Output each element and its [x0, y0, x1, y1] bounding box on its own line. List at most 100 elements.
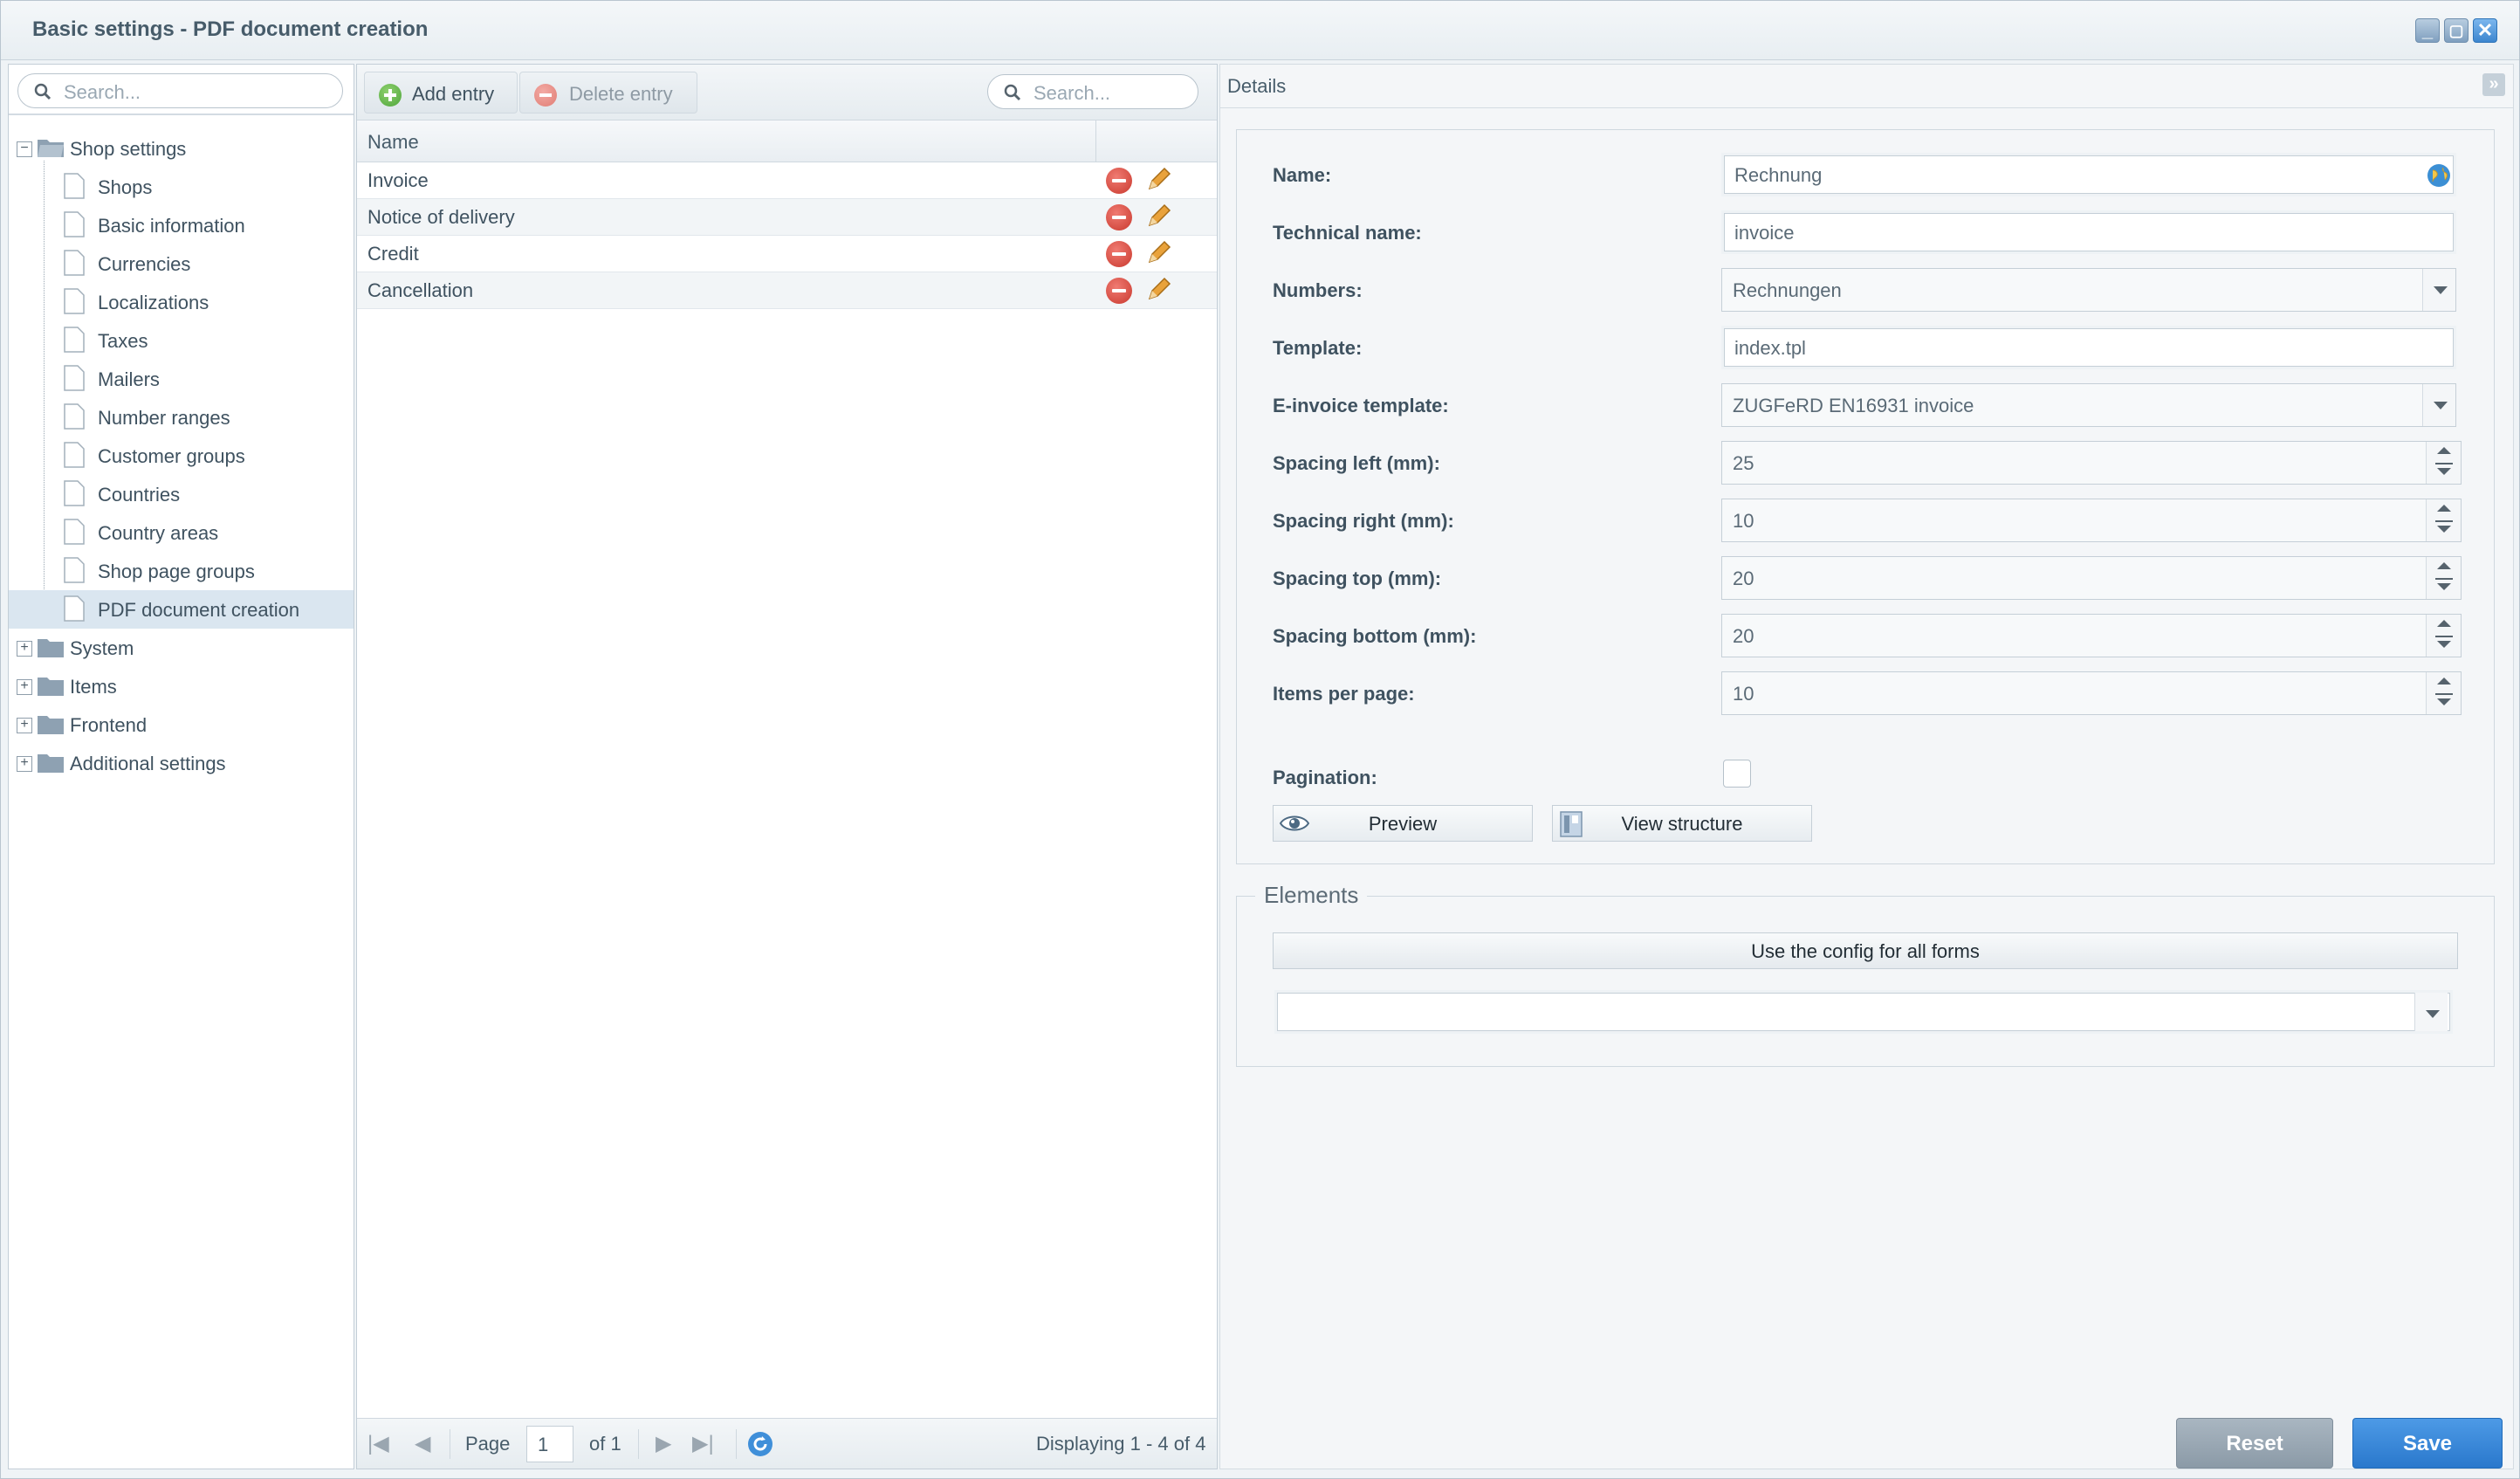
- tree-item-basic-information[interactable]: Basic information: [9, 206, 354, 244]
- add-entry-button[interactable]: Add entry: [364, 72, 518, 114]
- last-page-icon[interactable]: ▶|: [692, 1431, 714, 1456]
- next-page-icon[interactable]: ▶: [656, 1431, 671, 1456]
- edit-pencil-icon[interactable]: [1143, 166, 1172, 196]
- chevron-down-icon[interactable]: [2422, 384, 2455, 426]
- pagination-label: Pagination:: [1273, 767, 1377, 788]
- tree-node-shop-settings[interactable]: − Shop settings: [9, 129, 354, 168]
- collapse-icon[interactable]: −: [17, 141, 32, 157]
- delete-row-icon[interactable]: [1106, 168, 1132, 194]
- document-icon: [64, 211, 85, 237]
- expand-icon[interactable]: +: [17, 756, 32, 772]
- e-invoice-template-select[interactable]: ZUGFeRD EN16931 invoice: [1721, 383, 2456, 427]
- spinner-icon[interactable]: [2426, 615, 2461, 657]
- grid-search-input[interactable]: Search...: [987, 74, 1198, 109]
- delete-row-icon[interactable]: [1106, 278, 1132, 304]
- chevron-down-icon[interactable]: [2414, 993, 2448, 1031]
- edit-pencil-icon[interactable]: [1143, 203, 1172, 232]
- tree-node-items[interactable]: + Items: [9, 667, 354, 705]
- app-window: Basic settings - PDF document creation _…: [0, 0, 2520, 1479]
- tree-item-shop-page-groups[interactable]: Shop page groups: [9, 552, 354, 590]
- tree-item-mailers[interactable]: Mailers: [9, 360, 354, 398]
- page-number-value: 1: [538, 1434, 549, 1455]
- spacing-left-value: 25: [1733, 452, 1754, 474]
- spacing-right-field[interactable]: 10: [1721, 499, 2462, 542]
- spacing-bottom-field[interactable]: 20: [1721, 614, 2462, 657]
- tree-item-label: Currencies: [98, 253, 191, 275]
- pager-separator: [638, 1429, 639, 1459]
- tree-item-country-areas[interactable]: Country areas: [9, 513, 354, 552]
- delete-row-icon[interactable]: [1106, 204, 1132, 230]
- tree-item-label: Taxes: [98, 330, 148, 352]
- spinner-icon[interactable]: [2426, 557, 2461, 599]
- column-header-name[interactable]: Name: [367, 131, 419, 154]
- chevron-down-icon[interactable]: [2422, 269, 2455, 311]
- save-button[interactable]: Save: [2352, 1418, 2503, 1469]
- close-icon: ✕: [2476, 19, 2494, 41]
- spinner-icon[interactable]: [2426, 442, 2461, 484]
- tree-search-input[interactable]: Search...: [17, 73, 343, 108]
- template-field[interactable]: index.tpl: [1721, 326, 2456, 369]
- folder-open-icon: [38, 140, 64, 157]
- view-structure-button[interactable]: View structure: [1552, 805, 1812, 842]
- tree-item-number-ranges[interactable]: Number ranges: [9, 398, 354, 437]
- edit-pencil-icon[interactable]: [1143, 276, 1172, 306]
- numbers-select[interactable]: Rechnungen: [1721, 268, 2456, 312]
- edit-pencil-icon[interactable]: [1143, 239, 1172, 269]
- elements-select[interactable]: [1274, 990, 2453, 1034]
- technical-name-field[interactable]: invoice: [1721, 210, 2456, 254]
- tree-item-label: Shops: [98, 176, 153, 198]
- refresh-icon[interactable]: [746, 1430, 774, 1458]
- table-row[interactable]: Credit: [357, 236, 1217, 272]
- minimize-button[interactable]: _: [2415, 18, 2440, 43]
- table-row[interactable]: Notice of delivery: [357, 199, 1217, 236]
- document-grid-panel: Add entry Delete entry Search... Name In…: [356, 64, 1218, 1469]
- page-number-input[interactable]: 1: [526, 1426, 573, 1462]
- spacing-left-field[interactable]: 25: [1721, 441, 2462, 485]
- delete-entry-button[interactable]: Delete entry: [519, 72, 697, 114]
- tree-node-label: Frontend: [70, 714, 148, 736]
- technical-name-label: Technical name:: [1273, 222, 1422, 244]
- tree-item-taxes[interactable]: Taxes: [9, 321, 354, 360]
- reset-button[interactable]: Reset: [2176, 1418, 2333, 1469]
- expand-icon[interactable]: +: [17, 679, 32, 695]
- prev-page-icon[interactable]: ◀: [415, 1431, 430, 1456]
- pagination-checkbox[interactable]: [1723, 760, 1751, 788]
- tree-item-currencies[interactable]: Currencies: [9, 244, 354, 283]
- delete-row-icon[interactable]: [1106, 241, 1132, 267]
- spacing-top-label: Spacing top (mm):: [1273, 568, 1442, 589]
- add-entry-label: Add entry: [412, 83, 495, 105]
- maximize-button[interactable]: ▢: [2444, 18, 2469, 43]
- tree-item-localizations[interactable]: Localizations: [9, 283, 354, 321]
- spinner-icon[interactable]: [2426, 672, 2461, 714]
- table-row[interactable]: Invoice: [357, 162, 1217, 199]
- table-row[interactable]: Cancellation: [357, 272, 1217, 309]
- preview-label: Preview: [1368, 813, 1438, 835]
- tree-node-system[interactable]: + System: [9, 629, 354, 667]
- preview-button[interactable]: Preview: [1273, 805, 1533, 842]
- tree-item-shops[interactable]: Shops: [9, 168, 354, 206]
- tree-item-customer-groups[interactable]: Customer groups: [9, 437, 354, 475]
- spacing-top-value: 20: [1733, 568, 1754, 589]
- expand-icon[interactable]: +: [17, 718, 32, 733]
- expand-icon[interactable]: +: [17, 641, 32, 657]
- tree-node-frontend[interactable]: + Frontend: [9, 705, 354, 744]
- save-label: Save: [2402, 1432, 2453, 1455]
- name-field[interactable]: Rechnung: [1721, 153, 2456, 196]
- use-config-for-all-forms-button[interactable]: Use the config for all forms: [1273, 932, 2458, 969]
- first-page-icon[interactable]: |◀: [367, 1431, 389, 1456]
- spacing-top-field[interactable]: 20: [1721, 556, 2462, 600]
- items-per-page-field[interactable]: 10: [1721, 671, 2462, 715]
- folder-icon: [38, 754, 64, 773]
- folder-icon: [38, 678, 64, 696]
- tree-item-pdf-document-creation[interactable]: PDF document creation: [9, 590, 354, 629]
- tree-item-countries[interactable]: Countries: [9, 475, 354, 513]
- close-button[interactable]: ✕: [2473, 18, 2497, 43]
- items-per-page-value: 10: [1733, 683, 1754, 705]
- name-value: Rechnung: [1734, 164, 1823, 186]
- globe-translate-icon[interactable]: [2426, 162, 2452, 189]
- row-name: Credit: [367, 243, 419, 265]
- spinner-icon[interactable]: [2426, 499, 2461, 541]
- use-config-label: Use the config for all forms: [1751, 940, 1980, 962]
- tree-node-additional-settings[interactable]: + Additional settings: [9, 744, 354, 782]
- collapse-panel-icon[interactable]: »: [2482, 73, 2505, 96]
